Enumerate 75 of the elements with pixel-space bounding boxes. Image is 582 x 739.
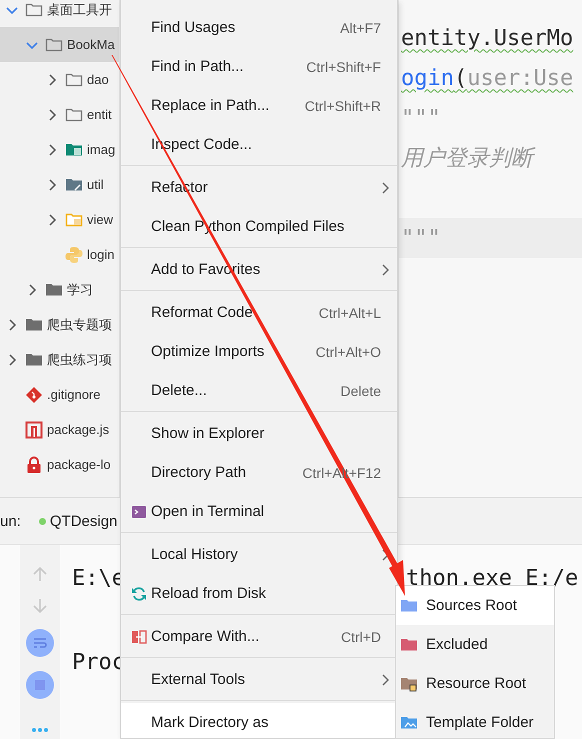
menu-item[interactable]: Show in Explorer (121, 414, 397, 453)
menu-item[interactable]: Open in Terminal (121, 492, 397, 531)
menu-item[interactable]: Resource Root (396, 664, 554, 703)
tree-item[interactable]: .gitignore (0, 377, 119, 412)
menu-item[interactable]: Mark Directory as (121, 703, 397, 738)
menu-item[interactable]: Delete... Delete (121, 371, 397, 410)
scroll-to-end-button[interactable] (26, 671, 54, 699)
compare-icon (131, 628, 147, 644)
file-name: 爬虫专题项 (47, 316, 112, 334)
tree-item[interactable]: BookMa (0, 27, 119, 62)
menu-item[interactable]: External Tools (121, 660, 397, 699)
code-text: ogin (401, 66, 454, 90)
shortcut-text: Ctrl+D (340, 628, 381, 644)
code-text: entity.UserMo (401, 26, 574, 50)
tree-item[interactable]: 爬虫专题项 (0, 307, 119, 342)
npm-icon (25, 420, 43, 438)
more-icon (31, 727, 49, 733)
file-name: 桌面工具开 (47, 0, 112, 18)
menu-item[interactable]: Find Usages Alt+F7 (121, 8, 397, 47)
code-text: 用户登录判断 (401, 143, 533, 173)
menu-item[interactable]: Excluded (396, 625, 554, 664)
tree-item[interactable]: entit (0, 97, 119, 132)
file-name: 学习 (67, 280, 93, 298)
file-name: view (87, 212, 114, 227)
code-text: ( (454, 66, 468, 90)
shortcut-text: Delete (340, 382, 381, 398)
menu-item[interactable]: Optimize Imports Ctrl+Alt+O (121, 332, 397, 371)
file-name: imag (87, 142, 116, 157)
menu-item[interactable]: Find in Path... Ctrl+Shift+F (121, 47, 397, 86)
shortcut-text: Ctrl+Shift+R (304, 98, 381, 114)
file-name: package-lo (47, 457, 111, 472)
square-icon (33, 678, 47, 692)
reload-icon (131, 586, 147, 602)
file-name: .gitignore (47, 387, 100, 402)
tree-item[interactable]: 爬虫练习项 (0, 342, 119, 377)
run-config-tab[interactable]: QTDesign (38, 512, 118, 530)
run-label: un: (0, 512, 21, 530)
tree-item[interactable]: view (0, 202, 119, 237)
tree-item[interactable]: package.js (0, 412, 119, 447)
lock-icon (25, 456, 43, 474)
terminal-icon (131, 504, 147, 520)
file-name: util (87, 177, 104, 192)
tree-item[interactable]: 桌面工具开 (0, 0, 119, 27)
git-icon (25, 386, 43, 404)
file-name: package.js (47, 422, 110, 437)
menu-item[interactable]: Compare With... Ctrl+D (121, 617, 397, 656)
menu-item[interactable]: Sources Root (396, 586, 554, 625)
file-name: BookMa (67, 37, 115, 52)
wrap-icon (32, 635, 48, 651)
shortcut-text: Ctrl+Shift+F (306, 58, 381, 74)
file-name: 爬虫练习项 (47, 350, 112, 368)
file-name: dao (87, 72, 109, 87)
python-icon (65, 246, 83, 264)
shortcut-text: Alt+F7 (340, 20, 381, 36)
menu-item[interactable]: Reload from Disk (121, 574, 397, 613)
down-arrow-icon (31, 597, 49, 615)
more-button[interactable] (31, 727, 49, 733)
shortcut-text: Ctrl+Alt+L (318, 304, 381, 320)
menu-item[interactable]: Replace in Path... Ctrl+Shift+R (121, 86, 397, 125)
tree-item[interactable]: package-lo (0, 447, 119, 482)
menu-item[interactable]: Reformat Code Ctrl+Alt+L (121, 293, 397, 332)
tree-item[interactable]: imag (0, 132, 119, 167)
tree-item[interactable]: util (0, 167, 119, 202)
file-name: entit (87, 107, 112, 122)
file-name: login (87, 247, 114, 262)
code-text: user:Use (467, 66, 574, 90)
shortcut-text: Ctrl+Alt+O (316, 344, 381, 360)
tree-item[interactable]: dao (0, 62, 119, 97)
soft-wrap-button[interactable] (26, 629, 54, 657)
tree-item[interactable]: login (0, 237, 119, 272)
menu-item[interactable]: Template Folder (396, 703, 554, 738)
code-text: """ (401, 106, 441, 130)
tree-item[interactable]: 学习 (0, 272, 119, 307)
up-arrow-icon (31, 565, 49, 583)
code-text: """ (401, 226, 441, 250)
